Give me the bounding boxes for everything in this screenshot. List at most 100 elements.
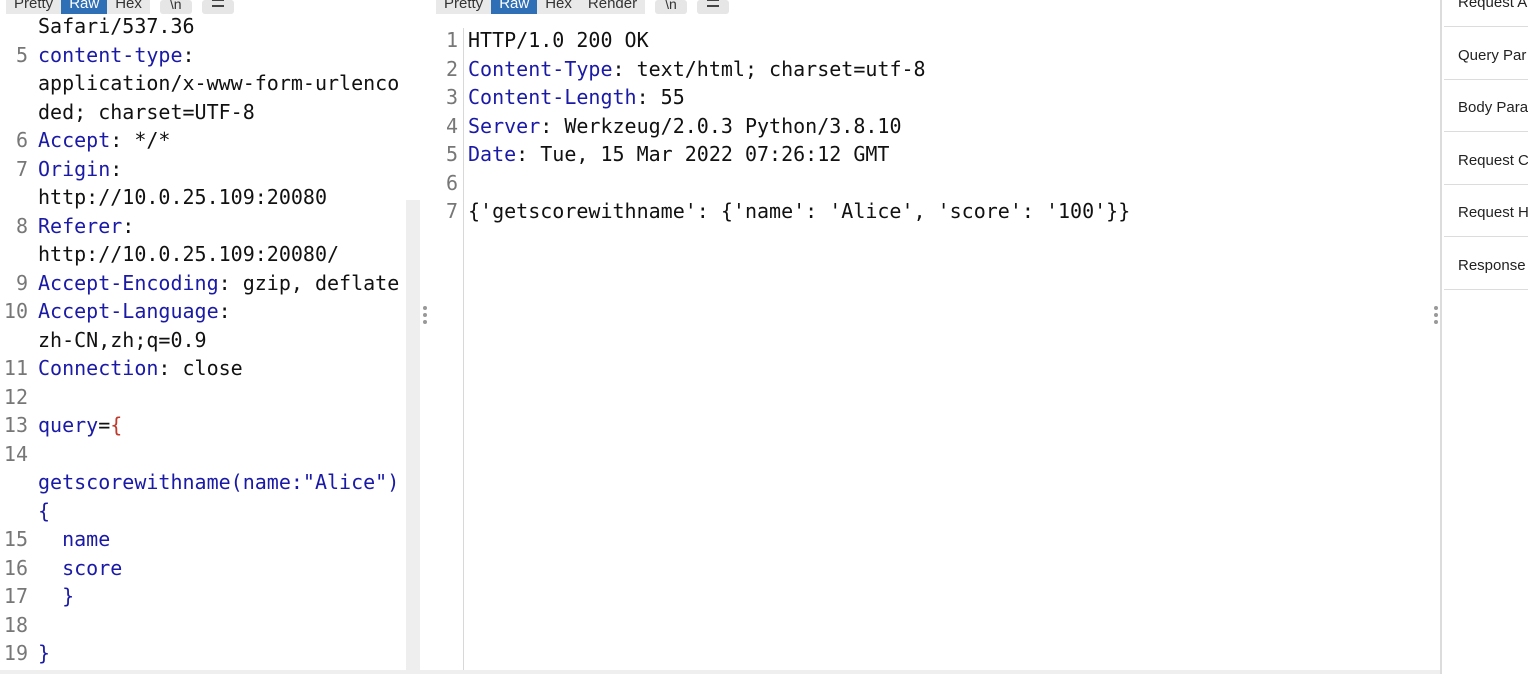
header-name: Origin [38,156,111,181]
line-content: http://10.0.25.109:20080/ [38,240,339,268]
response-menu-button[interactable] [696,0,729,14]
line-content: { [38,497,50,525]
header-value: : 55 [636,85,685,109]
header-value: : [218,299,231,323]
line-content: zh-CN,zh;q=0.9 [38,326,207,354]
line-content: ded; charset=UTF-8 [38,98,255,126]
inspector-item[interactable]: Request A [1458,0,1528,11]
line-number: 5 [15,42,28,67]
splitter-grip-dot [423,306,427,310]
header-value: : gzip, deflate [218,270,400,295]
inspector-separator [1444,288,1528,290]
response-view-toolbar: Pretty Raw Hex Render \n [432,0,729,22]
line-content: Referer: [38,212,134,240]
header-name: Connection [38,356,159,380]
header-name: Server [468,113,541,138]
response-tab-raw[interactable]: Raw [491,0,538,14]
response-tab-hex[interactable]: Hex [537,0,580,14]
plain-text: application/x-www-form-urlenco [38,71,400,95]
header-name: Date [468,142,517,166]
inspector-separator [1444,131,1528,132]
hamburger-menu-icon [211,0,224,7]
line-content: Origin: [38,155,122,183]
plain-text: HTTP/1.0 200 OK [468,28,649,52]
header-name: Referer [38,213,123,238]
header-name: getscorewithname(name:"Alice") [38,470,400,494]
inspector-separator [1444,26,1528,27]
inspector-item[interactable]: Response [1458,257,1528,274]
response-tab-pretty[interactable]: Pretty [436,0,492,14]
plain-text: {'getscorewithname': {'name': 'Alice', '… [468,199,1131,223]
line-number: 6 [15,128,28,152]
line-number: 5 [445,142,458,166]
line-content: query={ [38,411,122,439]
inspector-item[interactable]: Query Par [1458,47,1528,64]
line-number: 2 [445,56,458,81]
brace-token: { [110,413,123,437]
inspector-separator [1444,78,1528,80]
line-content: Connection: close [38,354,243,382]
line-content: Date: Tue, 15 Mar 2022 07:26:12 GMT [468,140,889,168]
response-tab-render[interactable]: Render [579,0,646,14]
line-number: 1 [445,28,458,52]
inspector-item[interactable]: Body Para [1458,99,1528,116]
header-value: : */* [110,128,171,152]
header-name: query [38,413,99,437]
response-gutter-divider [463,28,464,674]
line-content: } [38,639,50,667]
line-number: 11 [3,356,28,380]
header-name: score [38,555,123,580]
line-number: 12 [3,384,28,409]
line-content: Safari/537.36 [38,12,195,40]
inspector-separator [1444,236,1528,237]
header-value: : [122,213,135,238]
splitter-grip-dot [1434,313,1438,317]
response-newline-toggle[interactable]: \n [655,0,687,14]
header-value: : [110,156,123,181]
line-content: getscorewithname(name:"Alice") [38,468,399,496]
line-number: 10 [3,299,28,323]
header-value: = [98,413,111,437]
line-number: 15 [3,527,28,551]
line-content: Server: Werkzeug/2.0.3 Python/3.8.10 [468,112,901,140]
inspector-item[interactable]: Request C [1458,152,1528,169]
request-scrollbar[interactable] [406,200,420,674]
hamburger-menu-icon [706,0,719,7]
header-name: content-type [38,42,183,67]
plain-text: Safari/537.36 [38,14,195,38]
line-number: 3 [445,85,458,109]
splitter-grip-dot [1434,320,1438,324]
header-value: : text/html; charset=utf-8 [612,56,926,81]
pane-splitter-right[interactable] [1432,300,1440,330]
header-name: Accept-Language [38,299,219,323]
inspector-panel: Request A Query Par Body Para Request C Requ… [1440,0,1528,674]
splitter-grip-dot [1434,306,1438,310]
line-number: 9 [15,270,28,295]
pane-splitter-left[interactable] [421,300,429,330]
line-number: 7 [15,156,28,181]
line-content: name [38,525,110,553]
line-number: 4 [445,113,458,138]
line-content: content-type: [38,41,195,69]
request-menu-button[interactable] [201,0,234,14]
plain-text: zh-CN,zh;q=0.9 [38,327,207,352]
line-number: 6 [445,170,458,195]
header-value: : Werkzeug/2.0.3 Python/3.8.10 [540,113,902,138]
line-number: 7 [445,199,458,223]
header-value: : Tue, 15 Mar 2022 07:26:12 GMT [516,142,890,166]
plain-text: ded; charset=UTF-8 [38,99,255,124]
plain-text: http://10.0.25.109:20080/ [38,242,340,266]
line-number: 14 [3,441,28,466]
header-name: name [38,527,111,551]
line-content: HTTP/1.0 200 OK [468,26,649,54]
line-content: } [38,582,74,610]
bottom-border [0,670,1440,674]
line-content: Content-Type: text/html; charset=utf-8 [468,55,926,83]
inspector-item[interactable]: Request H [1458,204,1528,221]
header-name: { [38,498,51,523]
line-number: 13 [3,413,28,437]
line-content: Accept-Language: [38,297,231,325]
line-number: 8 [15,213,28,238]
plain-text: http://10.0.25.109:20080 [38,185,327,209]
inspector-separator [1444,183,1528,185]
